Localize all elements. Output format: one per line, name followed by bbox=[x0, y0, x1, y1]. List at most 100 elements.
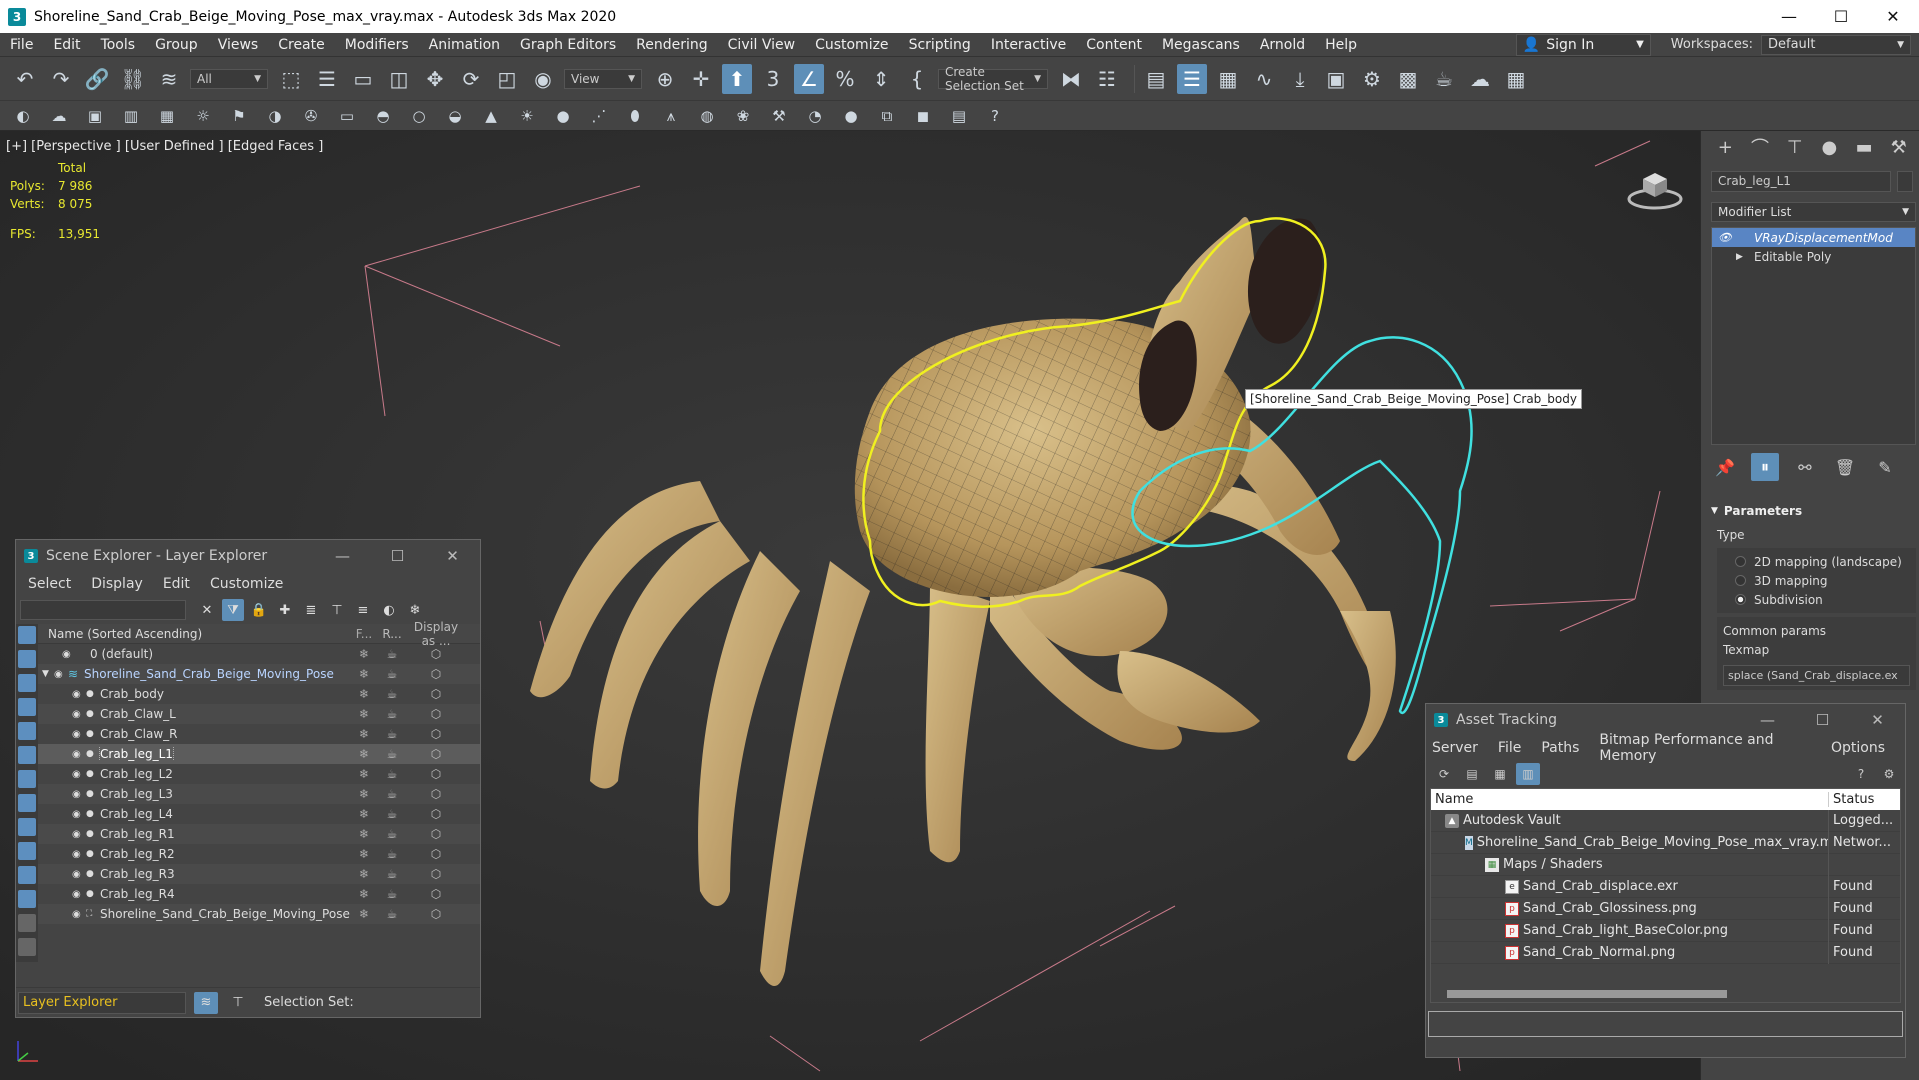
at-menu-server[interactable]: Server bbox=[1432, 740, 1478, 756]
at-menu-file[interactable]: File bbox=[1498, 740, 1521, 756]
rotate-icon[interactable]: ⟳ bbox=[456, 64, 486, 94]
vray-fur-icon[interactable]: ⋰ bbox=[586, 103, 612, 129]
display-box-icon[interactable]: ⬡ bbox=[406, 867, 466, 881]
display-box-icon[interactable]: ⬡ bbox=[406, 687, 466, 701]
vray-proxy-icon[interactable]: ⬮ bbox=[622, 103, 648, 129]
radio-subdivision[interactable]: Subdivision bbox=[1723, 590, 1910, 609]
place-icon[interactable]: ◉ bbox=[528, 64, 558, 94]
menu-rendering[interactable]: Rendering bbox=[626, 37, 718, 53]
menu-animation[interactable]: Animation bbox=[419, 37, 510, 53]
rect-selection-icon[interactable]: ▭ bbox=[348, 64, 378, 94]
eye-icon[interactable]: ◉ bbox=[72, 809, 86, 820]
display-geometry-icon[interactable] bbox=[18, 626, 36, 644]
toggle-layer-explorer-icon[interactable]: ☰ bbox=[1177, 63, 1207, 94]
table-row[interactable]: p Sand_Crab_light_BaseColor.png Found bbox=[1431, 919, 1900, 942]
se-menu-display[interactable]: Display bbox=[91, 576, 143, 592]
render-teapot-icon[interactable]: ☕ bbox=[378, 827, 406, 841]
workspaces-dropdown[interactable]: Default ▼ bbox=[1761, 34, 1911, 55]
at-menu-options[interactable]: Options bbox=[1831, 740, 1885, 756]
selection-set-icon[interactable]: ⊤ bbox=[226, 992, 250, 1014]
menu-graph-editors[interactable]: Graph Editors bbox=[510, 37, 626, 53]
texmap-button[interactable]: splace (Sand_Crab_displace.ex bbox=[1723, 665, 1910, 686]
pivot-center-icon[interactable]: ⊕ bbox=[650, 64, 680, 94]
vray-ambient-light-icon[interactable]: ● bbox=[550, 103, 576, 129]
hide-layer-icon[interactable]: ◐ bbox=[378, 599, 400, 621]
stack-item-editable-poly[interactable]: ▶ Editable Poly bbox=[1712, 247, 1915, 266]
eye-icon[interactable]: 👁 bbox=[1718, 231, 1736, 244]
vray-toolbar-icon-3[interactable]: ▣ bbox=[82, 103, 108, 129]
vray-mesh-clipper-icon[interactable]: ⩚ bbox=[658, 103, 684, 129]
percent-snap-icon[interactable]: % bbox=[830, 64, 860, 94]
create-tab-icon[interactable]: + bbox=[1711, 133, 1740, 161]
vray-mesh-light-icon[interactable]: ◒ bbox=[442, 103, 468, 129]
search-input[interactable] bbox=[20, 600, 186, 620]
vray-dome-light-icon[interactable]: ◓ bbox=[370, 103, 396, 129]
freeze-icon[interactable]: ❄ bbox=[350, 887, 378, 901]
align-icon[interactable]: ☷ bbox=[1092, 64, 1122, 94]
display-lights-icon[interactable] bbox=[18, 674, 36, 692]
eye-icon[interactable]: ◉ bbox=[72, 869, 86, 880]
eye-icon[interactable]: ◉ bbox=[62, 649, 76, 660]
table-row[interactable]: ◉ ● Crab_leg_L2 ❄ ☕ ⬡ bbox=[38, 764, 480, 784]
column-display[interactable]: Display as ... bbox=[406, 620, 466, 648]
maximize-button[interactable]: ☐ bbox=[1815, 0, 1867, 33]
modifier-list-dropdown[interactable]: Modifier List ▼ bbox=[1711, 202, 1916, 222]
display-box-icon[interactable]: ⬡ bbox=[406, 647, 466, 661]
se-menu-select[interactable]: Select bbox=[28, 576, 71, 592]
menu-tools[interactable]: Tools bbox=[91, 37, 146, 53]
toggle-scene-explorer-icon[interactable]: ▤ bbox=[1141, 64, 1171, 94]
table-row[interactable]: e Sand_Crab_displace.exr Found bbox=[1431, 875, 1900, 898]
table-row[interactable]: ◉ ⛶ Shoreline_Sand_Crab_Beige_Moving_Pose … bbox=[38, 904, 480, 924]
lock-icon[interactable]: 🔒 bbox=[248, 599, 270, 621]
freeze-layer-icon[interactable]: ❄ bbox=[404, 599, 426, 621]
dope-sheet-icon[interactable]: ⤓ bbox=[1285, 64, 1315, 94]
display-box-icon[interactable]: ⬡ bbox=[406, 827, 466, 841]
redo-icon[interactable]: ↷ bbox=[46, 64, 76, 94]
eye-icon[interactable]: ◉ bbox=[72, 829, 86, 840]
remove-modifier-icon[interactable]: 🗑 bbox=[1831, 453, 1859, 481]
display-box-icon[interactable]: ⬡ bbox=[406, 767, 466, 781]
eye-icon[interactable]: ◉ bbox=[54, 669, 68, 680]
menu-edit[interactable]: Edit bbox=[43, 37, 90, 53]
keyboard-shortcut-override-icon[interactable]: ⬆ bbox=[722, 63, 752, 94]
display-shapes-icon[interactable] bbox=[18, 650, 36, 668]
render-teapot-icon[interactable]: ☕ bbox=[378, 667, 406, 681]
table-row[interactable]: ▲ Autodesk Vault Logged... bbox=[1431, 809, 1900, 832]
menu-help[interactable]: Help bbox=[1315, 37, 1367, 53]
expand-arrow-icon[interactable]: ▶ bbox=[1736, 252, 1754, 262]
horizontal-scrollbar[interactable] bbox=[1447, 990, 1727, 998]
vray-switch-icon[interactable]: ◼ bbox=[910, 103, 936, 129]
close-button[interactable]: ✕ bbox=[425, 547, 480, 565]
menu-modifiers[interactable]: Modifiers bbox=[335, 37, 419, 53]
material-editor-icon[interactable]: ▣ bbox=[1321, 64, 1351, 94]
freeze-icon[interactable]: ❄ bbox=[350, 727, 378, 741]
display-box-icon[interactable]: ⬡ bbox=[406, 907, 466, 921]
display-groups-icon[interactable] bbox=[18, 770, 36, 788]
render-teapot-icon[interactable]: ☕ bbox=[378, 707, 406, 721]
menu-group[interactable]: Group bbox=[145, 37, 208, 53]
vray-sphere-light-icon[interactable]: ○ bbox=[406, 103, 432, 129]
column-frozen[interactable]: F... bbox=[350, 627, 378, 641]
table-row[interactable]: p Sand_Crab_Normal.png Found bbox=[1431, 941, 1900, 964]
display-xrefs-icon[interactable] bbox=[18, 794, 36, 812]
freeze-icon[interactable]: ❄ bbox=[350, 687, 378, 701]
modify-tab-icon[interactable]: ⌒ bbox=[1746, 133, 1775, 161]
render-teapot-icon[interactable]: ☕ bbox=[378, 887, 406, 901]
scale-icon[interactable]: ◰ bbox=[492, 64, 522, 94]
render-production-icon[interactable]: ☕ bbox=[1429, 64, 1459, 94]
eye-icon[interactable]: ◉ bbox=[72, 909, 86, 920]
display-helpers-icon[interactable] bbox=[18, 722, 36, 740]
pin-stack-icon[interactable]: 📌 bbox=[1711, 453, 1739, 481]
display-containers-icon[interactable] bbox=[18, 842, 36, 860]
minimize-button[interactable]: — bbox=[315, 547, 370, 565]
render-teapot-icon[interactable]: ☕ bbox=[378, 647, 406, 661]
table-row[interactable]: ▼ ◉ ≋ Shoreline_Sand_Crab_Beige_Moving_Pose… bbox=[38, 664, 480, 684]
minimize-button[interactable]: — bbox=[1740, 711, 1795, 729]
render-teapot-icon[interactable]: ☕ bbox=[378, 807, 406, 821]
freeze-icon[interactable]: ❄ bbox=[350, 747, 378, 761]
settings-icon[interactable]: ⚙ bbox=[1877, 763, 1901, 785]
eye-icon[interactable]: ◉ bbox=[72, 689, 86, 700]
at-menu-bitmap-performance[interactable]: Bitmap Performance and Memory bbox=[1599, 732, 1811, 764]
at-menu-paths[interactable]: Paths bbox=[1541, 740, 1579, 756]
menu-content[interactable]: Content bbox=[1076, 37, 1152, 53]
